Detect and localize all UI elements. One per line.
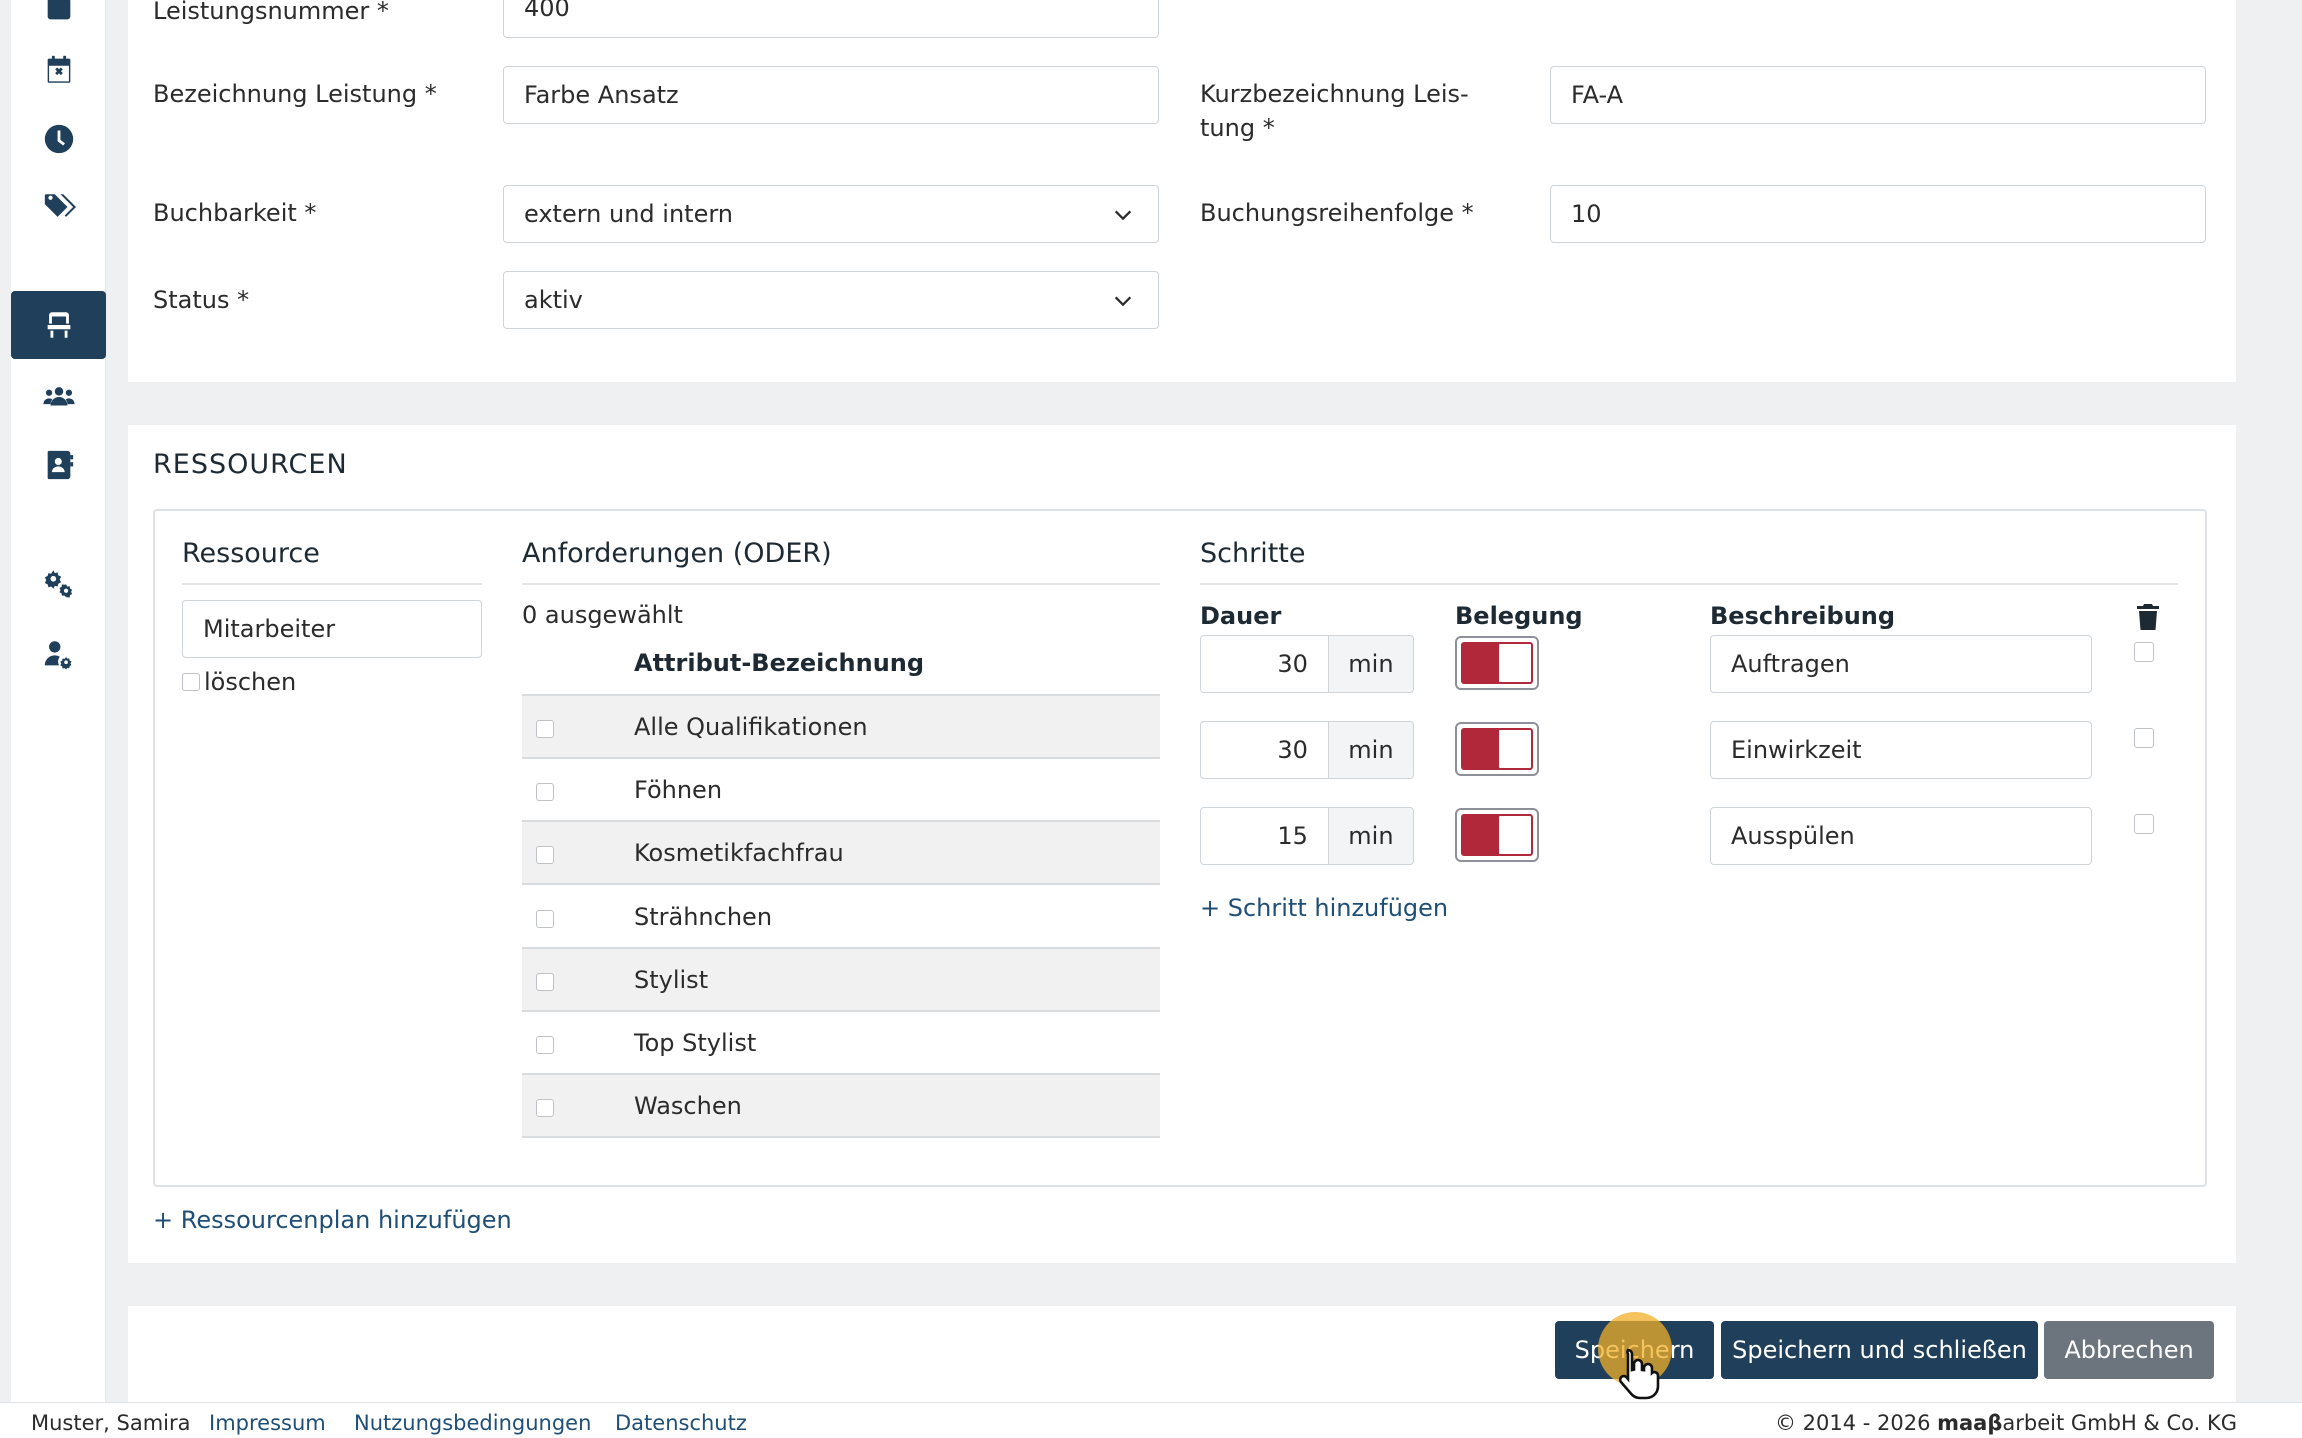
dauer-input-group[interactable]: 15 min	[1200, 807, 1414, 865]
buchungsreihenfolge-label: Buchungsreihenfolge *	[1200, 199, 1474, 227]
copyright: © 2014 - 2026 maaβarbeit GmbH & Co. KG	[1775, 1411, 2237, 1435]
attribute-label: Top Stylist	[634, 1028, 757, 1057]
buchbarkeit-select[interactable]: extern und intern	[503, 185, 1159, 243]
leistungsnummer-label: Leistungsnummer *	[153, 0, 389, 25]
buchbarkeit-value: extern und intern	[524, 200, 734, 228]
dauer-value[interactable]: 15	[1201, 808, 1328, 864]
trash-icon[interactable]	[2136, 603, 2160, 631]
attribute-label: Strähnchen	[634, 902, 773, 931]
datenschutz-link[interactable]: Datenschutz	[615, 1411, 747, 1435]
status-select[interactable]: aktiv	[503, 271, 1159, 329]
add-ressourcenplan-link[interactable]: + Ressourcenplan hinzufügen	[153, 1206, 512, 1234]
impressum-link[interactable]: Impressum	[209, 1411, 326, 1435]
kurzbezeichnung-label-line1: Kurzbezeichnung Leis-	[1200, 80, 1469, 108]
brand-name-bold: maaβ	[1937, 1411, 2003, 1435]
dauer-unit: min	[1327, 808, 1413, 864]
anforderungen-heading: Anforderungen (ODER)	[522, 538, 1160, 585]
belegung-header: Belegung	[1455, 602, 1583, 630]
beschreibung-input[interactable]: Auftragen	[1710, 635, 2092, 693]
attribute-label: Alle Qualifikationen	[634, 712, 868, 741]
attribute-row[interactable]: Kosmetikfachfrau	[522, 822, 1160, 885]
step-select-checkbox[interactable]	[2134, 642, 2154, 662]
clock-icon[interactable]	[11, 105, 106, 173]
dauer-input-group[interactable]: 30 min	[1200, 635, 1414, 693]
ressource-input[interactable]: Mitarbeiter	[182, 600, 482, 658]
tags-icon[interactable]	[11, 173, 106, 241]
save-close-button[interactable]: Speichern und schließen	[1721, 1321, 2038, 1379]
cancel-button[interactable]: Abbrechen	[2044, 1321, 2214, 1379]
attribute-label: Kosmetikfachfrau	[634, 838, 844, 867]
attribute-row[interactable]: Stylist	[522, 949, 1160, 1012]
attribute-checkbox[interactable]	[536, 783, 554, 801]
loeschen-checkbox[interactable]	[182, 673, 200, 691]
status-label: Status *	[153, 286, 250, 314]
buchbarkeit-label: Buchbarkeit *	[153, 199, 317, 227]
gears-icon[interactable]	[11, 549, 106, 617]
attribut-column-header: Attribut-Bezeichnung	[634, 649, 925, 677]
hand-cursor-icon	[1618, 1348, 1660, 1400]
loeschen-label: löschen	[204, 668, 297, 696]
schritte-heading: Schritte	[1200, 538, 2178, 585]
kurzbezeichnung-input[interactable]: FA-A	[1550, 66, 2206, 124]
step-select-checkbox[interactable]	[2134, 814, 2154, 834]
step-select-checkbox[interactable]	[2134, 728, 2154, 748]
dauer-header: Dauer	[1200, 602, 1282, 630]
general-card: Leistungsnummer * 400 Bezeichnung Leistu…	[128, 0, 2236, 382]
attribute-checkbox[interactable]	[536, 910, 554, 928]
chevron-down-icon	[1114, 210, 1132, 221]
attribute-label: Waschen	[634, 1091, 742, 1120]
attribute-checkbox[interactable]	[536, 1099, 554, 1117]
dauer-value[interactable]: 30	[1201, 636, 1328, 692]
sidebar	[11, 0, 106, 1402]
belegung-toggle[interactable]	[1455, 722, 1539, 776]
bezeichnung-label: Bezeichnung Leistung *	[153, 80, 437, 108]
attribute-checkbox[interactable]	[536, 973, 554, 991]
leistungsnummer-input[interactable]: 400	[503, 0, 1159, 38]
copyright-suffix: arbeit GmbH & Co. KG	[2002, 1411, 2237, 1435]
contact-book-icon[interactable]	[11, 431, 106, 499]
attribute-label: Föhnen	[634, 775, 723, 804]
attribute-checkbox[interactable]	[536, 1036, 554, 1054]
kurzbezeichnung-label-line2: tung *	[1200, 114, 1275, 142]
attribute-label: Stylist	[634, 965, 709, 994]
dauer-unit: min	[1327, 722, 1413, 778]
attribute-row[interactable]: Strähnchen	[522, 886, 1160, 949]
calendar-x-icon[interactable]	[11, 36, 106, 104]
nutzungsbedingungen-link[interactable]: Nutzungsbedingungen	[354, 1411, 591, 1435]
attribute-row[interactable]: Alle Qualifikationen	[522, 696, 1160, 759]
footer: Muster, Samira Impressum Nutzungsbedingu…	[0, 1402, 2302, 1438]
belegung-toggle[interactable]	[1455, 636, 1539, 690]
attribute-checkbox[interactable]	[536, 720, 554, 738]
chair-icon[interactable]	[11, 291, 106, 359]
dauer-unit: min	[1327, 636, 1413, 692]
dauer-value[interactable]: 30	[1201, 722, 1328, 778]
ressource-heading: Ressource	[182, 538, 482, 585]
status-value: aktiv	[524, 286, 583, 314]
ressourcen-title: RESSOURCEN	[153, 449, 348, 480]
dauer-input-group[interactable]: 30 min	[1200, 721, 1414, 779]
selected-count: 0 ausgewählt	[522, 601, 683, 629]
attribute-row[interactable]: Waschen	[522, 1075, 1160, 1138]
beschreibung-input[interactable]: Einwirkzeit	[1710, 721, 2092, 779]
add-step-link[interactable]: + Schritt hinzufügen	[1200, 894, 1448, 922]
copyright-prefix: © 2014 - 2026	[1774, 1411, 1938, 1435]
attribute-checkbox[interactable]	[536, 846, 554, 864]
beschreibung-header: Beschreibung	[1710, 602, 1896, 630]
loeschen-checkbox-group[interactable]: löschen	[182, 668, 296, 696]
users-icon[interactable]	[11, 363, 106, 431]
belegung-toggle[interactable]	[1455, 808, 1539, 862]
chevron-down-icon	[1114, 296, 1132, 307]
beschreibung-input[interactable]: Ausspülen	[1710, 807, 2092, 865]
bezeichnung-input[interactable]: Farbe Ansatz	[503, 66, 1159, 124]
attribute-row[interactable]: Föhnen	[522, 759, 1160, 822]
user-gear-icon[interactable]	[11, 620, 106, 688]
attribute-row[interactable]: Top Stylist	[522, 1012, 1160, 1075]
buchungsreihenfolge-input[interactable]: 10	[1550, 185, 2206, 243]
current-user: Muster, Samira	[31, 1411, 191, 1435]
